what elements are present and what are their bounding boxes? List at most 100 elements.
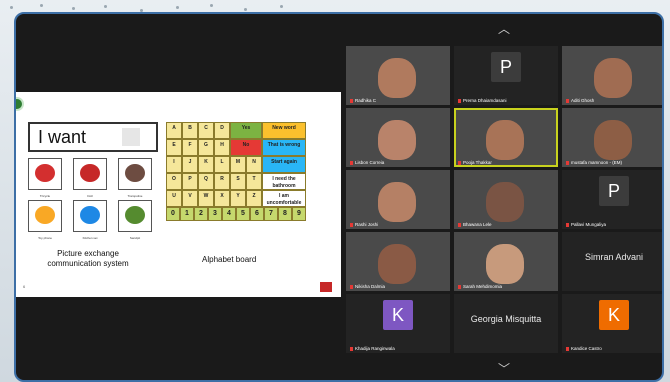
picture-card-label: Doll bbox=[87, 194, 93, 198]
slide-page-number: 6 bbox=[23, 284, 26, 289]
mic-muted-icon bbox=[458, 98, 461, 103]
participant-tile[interactable]: Georgia Misquitta bbox=[454, 294, 558, 353]
letter-cell: O bbox=[166, 173, 182, 190]
number-cell: 8 bbox=[278, 207, 292, 221]
participant-name: Kandice Castro bbox=[566, 346, 602, 351]
participant-tile[interactable]: Aditi Ghosh bbox=[562, 46, 662, 105]
letter-cell: Z bbox=[246, 190, 262, 207]
picture-card-image bbox=[125, 164, 145, 182]
letter-cell: I bbox=[166, 156, 182, 173]
letter-cell: E bbox=[166, 139, 182, 156]
choice-placeholder bbox=[122, 128, 140, 146]
participant-tile[interactable]: P Prerna Dhaiamdasani bbox=[454, 46, 558, 105]
participant-name: Prerna Dhaiamdasani bbox=[458, 98, 507, 103]
mic-muted-icon bbox=[566, 160, 569, 165]
participant-tile[interactable]: Rashi Joshi bbox=[346, 170, 450, 229]
participant-tile[interactable]: Bhawana Lele bbox=[454, 170, 558, 229]
mic-muted-icon bbox=[458, 160, 461, 165]
letter-cell: B bbox=[182, 122, 198, 139]
letter-cell: J bbox=[182, 156, 198, 173]
participant-display-name: Georgia Misquitta bbox=[470, 314, 542, 324]
number-cell: 7 bbox=[264, 207, 278, 221]
participant-name: mustafa mamnoon - (EM) bbox=[566, 160, 622, 165]
picture-card-image bbox=[35, 164, 55, 182]
i-want-box: I want bbox=[28, 122, 158, 152]
participant-video bbox=[486, 120, 524, 160]
participant-tile[interactable]: Simran Advani bbox=[562, 232, 662, 291]
number-cell: 2 bbox=[194, 207, 208, 221]
mic-muted-icon bbox=[458, 284, 461, 289]
caption-line-2: communication system bbox=[47, 259, 129, 268]
mic-muted-icon bbox=[350, 346, 353, 351]
participant-video bbox=[486, 182, 524, 222]
word-cell: Start again bbox=[262, 156, 306, 173]
letter-cell: U bbox=[166, 190, 182, 207]
participant-name: Nikisha Dalmia bbox=[350, 284, 385, 289]
letter-cell: Q bbox=[198, 173, 214, 190]
slide-logo bbox=[320, 282, 332, 292]
i-want-label: I want bbox=[38, 127, 87, 147]
letter-cell: F bbox=[182, 139, 198, 156]
letter-cell: L bbox=[214, 156, 230, 173]
participant-avatar: P bbox=[599, 176, 629, 206]
participant-tile[interactable]: K Kandice Castro bbox=[562, 294, 662, 353]
picture-card-image bbox=[80, 164, 100, 182]
participant-avatar: P bbox=[491, 52, 521, 82]
letter-cell: R bbox=[214, 173, 230, 190]
word-cell: I am uncomfortable bbox=[262, 190, 306, 207]
picture-card: Toy phone bbox=[28, 200, 62, 240]
picture-card-image bbox=[80, 206, 100, 224]
picture-card-label: Toy phone bbox=[38, 236, 52, 240]
participant-video bbox=[378, 244, 416, 284]
number-cell: 0 bbox=[166, 207, 180, 221]
shared-screen-slide: I want Tricycle Doll Trampoline Toy phone Ki… bbox=[16, 92, 341, 297]
caption-line-1: Picture exchange bbox=[57, 249, 119, 258]
participant-tile[interactable]: Sarah Mehdimomia bbox=[454, 232, 558, 291]
picture-card-label: Sandpit bbox=[129, 236, 141, 240]
screen-share-indicator bbox=[16, 97, 24, 111]
letter-cell: V bbox=[182, 190, 198, 207]
participant-name: Sarah Mehdimomia bbox=[458, 284, 502, 289]
participant-name: Aditi Ghosh bbox=[566, 98, 594, 103]
participant-name: Pooja Thakkar bbox=[458, 160, 492, 165]
letter-cell: K bbox=[198, 156, 214, 173]
chevron-up-icon[interactable]: ︿ bbox=[498, 20, 510, 37]
letter-cell: X bbox=[214, 190, 230, 207]
participant-tile[interactable]: mustafa mamnoon - (EM) bbox=[562, 108, 662, 167]
word-cell: That is wrong bbox=[262, 139, 306, 156]
picture-card: Kitchen set bbox=[73, 200, 107, 240]
participant-tile[interactable]: K Khadija Ranginwala bbox=[346, 294, 450, 353]
picture-card-image bbox=[125, 206, 145, 224]
letter-cell: S bbox=[230, 173, 246, 190]
participant-avatar: K bbox=[383, 300, 413, 330]
participant-video bbox=[594, 58, 632, 98]
participant-video bbox=[378, 58, 416, 98]
participant-tile[interactable]: P Pallavi Mungaliya bbox=[562, 170, 662, 229]
participant-display-name: Simran Advani bbox=[584, 252, 644, 262]
letter-cell: W bbox=[198, 190, 214, 207]
letter-cell: H bbox=[214, 139, 230, 156]
participant-name: Lisbon Correia bbox=[350, 160, 384, 165]
mic-muted-icon bbox=[350, 98, 353, 103]
participant-tile[interactable]: Pooja Thakkar bbox=[454, 108, 558, 167]
mic-muted-icon bbox=[566, 346, 569, 351]
number-cell: 1 bbox=[180, 207, 194, 221]
word-cell: New word bbox=[262, 122, 306, 139]
picture-card: Tricycle bbox=[28, 158, 62, 198]
participant-tile[interactable]: Radhika C bbox=[346, 46, 450, 105]
chevron-down-icon[interactable]: ﹀ bbox=[498, 360, 510, 377]
letter-cell: C bbox=[198, 122, 214, 139]
picture-card: Trampoline bbox=[118, 158, 152, 198]
picture-card: Sandpit bbox=[118, 200, 152, 240]
participant-name: Radhika C bbox=[350, 98, 376, 103]
picture-card-image bbox=[35, 206, 55, 224]
participant-tile[interactable]: Nikisha Dalmia bbox=[346, 232, 450, 291]
participant-tile[interactable]: Lisbon Correia bbox=[346, 108, 450, 167]
number-cell: 9 bbox=[292, 207, 306, 221]
letter-cell: A bbox=[166, 122, 182, 139]
word-cell: I need the bathroom bbox=[262, 173, 306, 190]
number-cell: 3 bbox=[208, 207, 222, 221]
mic-muted-icon bbox=[350, 222, 353, 227]
mic-muted-icon bbox=[458, 222, 461, 227]
mic-muted-icon bbox=[566, 222, 569, 227]
